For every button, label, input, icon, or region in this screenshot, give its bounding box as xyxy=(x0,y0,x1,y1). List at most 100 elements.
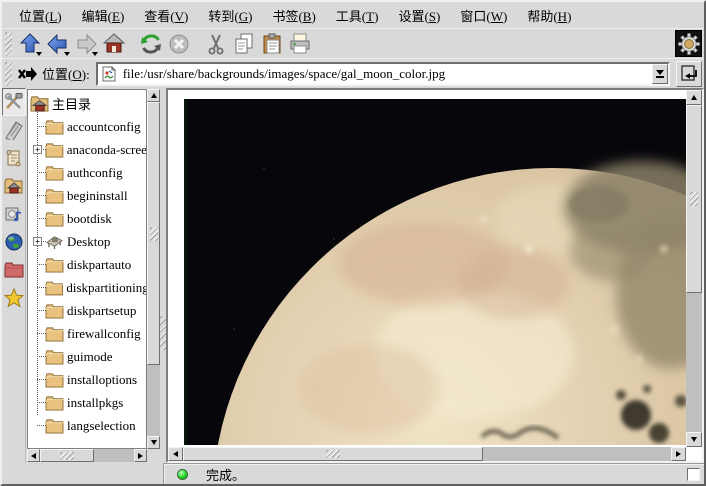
sidebar-tab-root-directory[interactable] xyxy=(2,256,26,284)
status-led-icon xyxy=(177,469,188,480)
folder-icon xyxy=(45,119,64,135)
scroll-left-button[interactable] xyxy=(168,447,183,461)
content-area: 主目录 xyxy=(2,88,704,463)
kde-gear-icon xyxy=(678,33,700,55)
moon-photo xyxy=(184,99,686,445)
expander-plus-icon[interactable]: + xyxy=(33,237,42,246)
scroll-left-button[interactable] xyxy=(27,449,40,462)
forward-button[interactable] xyxy=(72,30,100,58)
folder-icon xyxy=(45,372,64,388)
scrollbar-thumb[interactable] xyxy=(686,105,702,293)
menu-item[interactable]: 书签(B) xyxy=(263,4,324,27)
tree-item[interactable]: diskpartitioning xyxy=(28,276,146,299)
home-button[interactable] xyxy=(100,30,128,58)
tree-item-label: diskpartauto xyxy=(67,257,131,273)
tree-item[interactable]: begininstall xyxy=(28,184,146,207)
folder-icon xyxy=(45,395,64,411)
menu-item[interactable]: 设置(S) xyxy=(389,4,449,27)
paste-button[interactable] xyxy=(258,30,286,58)
location-input[interactable] xyxy=(121,66,652,82)
location-combobox[interactable] xyxy=(96,62,670,86)
folder-icon xyxy=(45,142,64,158)
back-button[interactable] xyxy=(44,30,72,58)
scroll-right-button[interactable] xyxy=(134,449,147,462)
tree-item-label: installpkgs xyxy=(67,395,123,411)
reload-button[interactable] xyxy=(137,30,165,58)
red-folder-icon xyxy=(4,260,24,280)
paste-icon xyxy=(260,32,284,56)
clear-location-button[interactable] xyxy=(16,62,40,86)
tree-root-home[interactable]: 主目录 xyxy=(28,92,146,115)
menu-item[interactable]: 窗口(W) xyxy=(451,4,516,27)
tools-icon xyxy=(4,92,24,112)
menu-item[interactable]: 工具(T) xyxy=(327,4,388,27)
scroll-up-button[interactable] xyxy=(686,90,702,105)
menu-item[interactable]: 转到(G) xyxy=(199,4,261,27)
scroll-right-button[interactable] xyxy=(671,447,686,461)
folder-tree-panel: 主目录 xyxy=(26,88,160,463)
tree-item[interactable]: diskpartauto xyxy=(28,253,146,276)
status-text: 完成。 xyxy=(206,465,245,484)
scroll-down-button[interactable] xyxy=(686,432,702,447)
menu-item[interactable]: 编辑(E) xyxy=(73,4,134,27)
tree-item[interactable]: firewallconfig xyxy=(28,322,146,345)
tree-item[interactable]: bootdisk xyxy=(28,207,146,230)
tree-item[interactable]: + Desktop xyxy=(28,230,146,253)
copy-button[interactable] xyxy=(230,30,258,58)
up-button[interactable] xyxy=(16,30,44,58)
menubar: 位置(L) 编辑(E) 查看(V) 转到(G) 书签(B) 工具(T) 设置(S… xyxy=(2,2,704,28)
history-scroll-icon xyxy=(4,148,24,168)
tree-item-label: installoptions xyxy=(67,372,137,388)
image-viewport[interactable] xyxy=(168,90,686,447)
clear-location-icon xyxy=(18,65,38,83)
locationbar-drag-handle[interactable] xyxy=(5,62,12,86)
tree-item[interactable]: installpkgs xyxy=(28,391,146,414)
tree-item-label: firewallconfig xyxy=(67,326,141,342)
tree-item-label: langselection xyxy=(67,418,136,434)
tree-item[interactable]: + anaconda-scree xyxy=(28,138,146,161)
cut-button[interactable] xyxy=(202,30,230,58)
sidebar-tab-home-directory[interactable] xyxy=(2,172,26,200)
sidebar-tab-services[interactable] xyxy=(2,200,26,228)
go-button[interactable] xyxy=(676,61,702,87)
print-button[interactable] xyxy=(286,30,314,58)
folder-tree[interactable]: 主目录 xyxy=(27,89,147,449)
scroll-up-button[interactable] xyxy=(147,89,160,102)
view-vertical-scrollbar[interactable] xyxy=(686,90,702,447)
stop-button[interactable] xyxy=(165,30,193,58)
location-dropdown-button[interactable] xyxy=(652,64,668,84)
scrollbar-thumb[interactable] xyxy=(40,449,94,462)
reload-icon xyxy=(139,32,163,56)
menu-item[interactable]: 帮助(H) xyxy=(518,4,580,27)
expander-plus-icon[interactable]: + xyxy=(33,145,42,154)
view-horizontal-scrollbar[interactable] xyxy=(168,447,686,461)
sidebar-tab-history[interactable] xyxy=(2,144,26,172)
scrollbar-thumb[interactable] xyxy=(183,447,483,461)
globe-icon xyxy=(4,232,24,252)
active-view-checkbox[interactable] xyxy=(687,468,700,481)
menu-item[interactable]: 查看(V) xyxy=(135,4,197,27)
tree-horizontal-scrollbar[interactable] xyxy=(27,449,147,462)
tree-item[interactable]: guimode xyxy=(28,345,146,368)
tree-item[interactable]: diskpartsetup xyxy=(28,299,146,322)
folder-icon xyxy=(45,257,64,273)
scrollbar-thumb[interactable] xyxy=(147,102,160,365)
folder-icon xyxy=(45,303,64,319)
folder-icon xyxy=(45,349,64,365)
toolbar-drag-handle[interactable] xyxy=(5,32,12,56)
tree-item[interactable]: accountconfig xyxy=(28,115,146,138)
image-view xyxy=(166,88,704,463)
scroll-down-button[interactable] xyxy=(147,436,160,449)
tree-item-label: authconfig xyxy=(67,165,123,181)
tree-item[interactable]: installoptions xyxy=(28,368,146,391)
tree-item[interactable]: langselection xyxy=(28,414,146,437)
tree-vertical-scrollbar[interactable] xyxy=(147,89,160,449)
tree-item[interactable]: authconfig xyxy=(28,161,146,184)
sidebar-tab-network[interactable] xyxy=(2,228,26,256)
tree-root-label: 主目录 xyxy=(52,94,91,113)
sidebar-tab-bookmark-flag[interactable] xyxy=(2,116,26,144)
sidebar-tab-bookmarks-star[interactable] xyxy=(2,284,26,312)
sidebar-tab-tools[interactable] xyxy=(2,88,26,116)
services-icon xyxy=(4,204,24,224)
menu-item[interactable]: 位置(L) xyxy=(10,4,71,27)
